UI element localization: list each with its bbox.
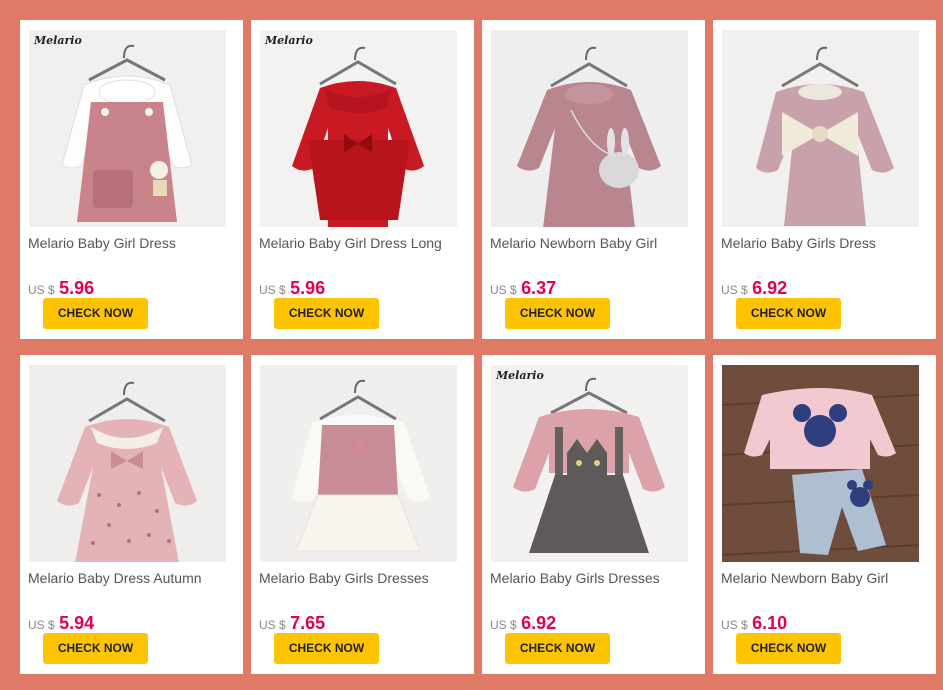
- currency-label: US $: [259, 618, 286, 632]
- check-now-button[interactable]: CHECK NOW: [505, 633, 610, 664]
- product-card[interactable]: Melario Baby Girls Dresses US $ 7.65 CHE…: [251, 355, 474, 674]
- check-now-button[interactable]: CHECK NOW: [736, 298, 841, 329]
- currency-label: US $: [490, 283, 517, 297]
- brand-logo: Melario: [34, 34, 82, 47]
- product-title[interactable]: Melario Baby Girls Dresses: [259, 569, 464, 605]
- check-now-button[interactable]: CHECK NOW: [274, 633, 379, 664]
- check-now-button[interactable]: CHECK NOW: [43, 298, 148, 329]
- product-image[interactable]: [29, 365, 226, 562]
- check-now-button[interactable]: CHECK NOW: [736, 633, 841, 664]
- product-card[interactable]: Melario Melario Baby Girl Dress Long US …: [251, 20, 474, 339]
- price-value: 5.96: [59, 278, 95, 298]
- price-value: 6.92: [752, 278, 788, 298]
- price-value: 6.37: [521, 278, 557, 298]
- product-title[interactable]: Melario Baby Girls Dress: [721, 234, 926, 270]
- currency-label: US $: [721, 618, 748, 632]
- product-title[interactable]: Melario Baby Girls Dresses: [490, 569, 695, 605]
- price-value: 5.94: [59, 613, 95, 633]
- product-image[interactable]: Melario: [29, 30, 226, 227]
- product-image[interactable]: Melario: [260, 30, 457, 227]
- product-grid: Melario Melario Baby Girl Dress US $ 5.9…: [0, 0, 943, 690]
- brand-logo: Melario: [496, 369, 544, 382]
- price-value: 7.65: [290, 613, 326, 633]
- product-title[interactable]: Melario Baby Girl Dress: [28, 234, 233, 270]
- product-card[interactable]: Melario Melario Baby Girls Dresses US $ …: [482, 355, 705, 674]
- product-image[interactable]: Melario: [491, 365, 688, 562]
- price-value: 6.10: [752, 613, 788, 633]
- product-title[interactable]: Melario Baby Girl Dress Long: [259, 234, 464, 270]
- product-card[interactable]: Melario Baby Girls Dress US $ 6.92 CHECK…: [713, 20, 936, 339]
- check-now-button[interactable]: CHECK NOW: [505, 298, 610, 329]
- product-card[interactable]: Melario Newborn Baby Girl US $ 6.10 CHEC…: [713, 355, 936, 674]
- product-card[interactable]: Melario Melario Baby Girl Dress US $ 5.9…: [20, 20, 243, 339]
- product-title[interactable]: Melario Newborn Baby Girl: [721, 569, 926, 605]
- currency-label: US $: [721, 283, 748, 297]
- product-card[interactable]: Melario Baby Dress Autumn US $ 5.94 CHEC…: [20, 355, 243, 674]
- currency-label: US $: [28, 283, 55, 297]
- product-title[interactable]: Melario Newborn Baby Girl: [490, 234, 695, 270]
- currency-label: US $: [490, 618, 517, 632]
- product-image[interactable]: [260, 365, 457, 562]
- check-now-button[interactable]: CHECK NOW: [43, 633, 148, 664]
- product-title[interactable]: Melario Baby Dress Autumn: [28, 569, 233, 605]
- price-value: 5.96: [290, 278, 326, 298]
- product-image[interactable]: [722, 365, 919, 562]
- brand-logo: Melario: [265, 34, 313, 47]
- product-card[interactable]: Melario Newborn Baby Girl US $ 6.37 CHEC…: [482, 20, 705, 339]
- currency-label: US $: [259, 283, 286, 297]
- check-now-button[interactable]: CHECK NOW: [274, 298, 379, 329]
- price-value: 6.92: [521, 613, 557, 633]
- product-image[interactable]: [491, 30, 688, 227]
- product-image[interactable]: [722, 30, 919, 227]
- currency-label: US $: [28, 618, 55, 632]
